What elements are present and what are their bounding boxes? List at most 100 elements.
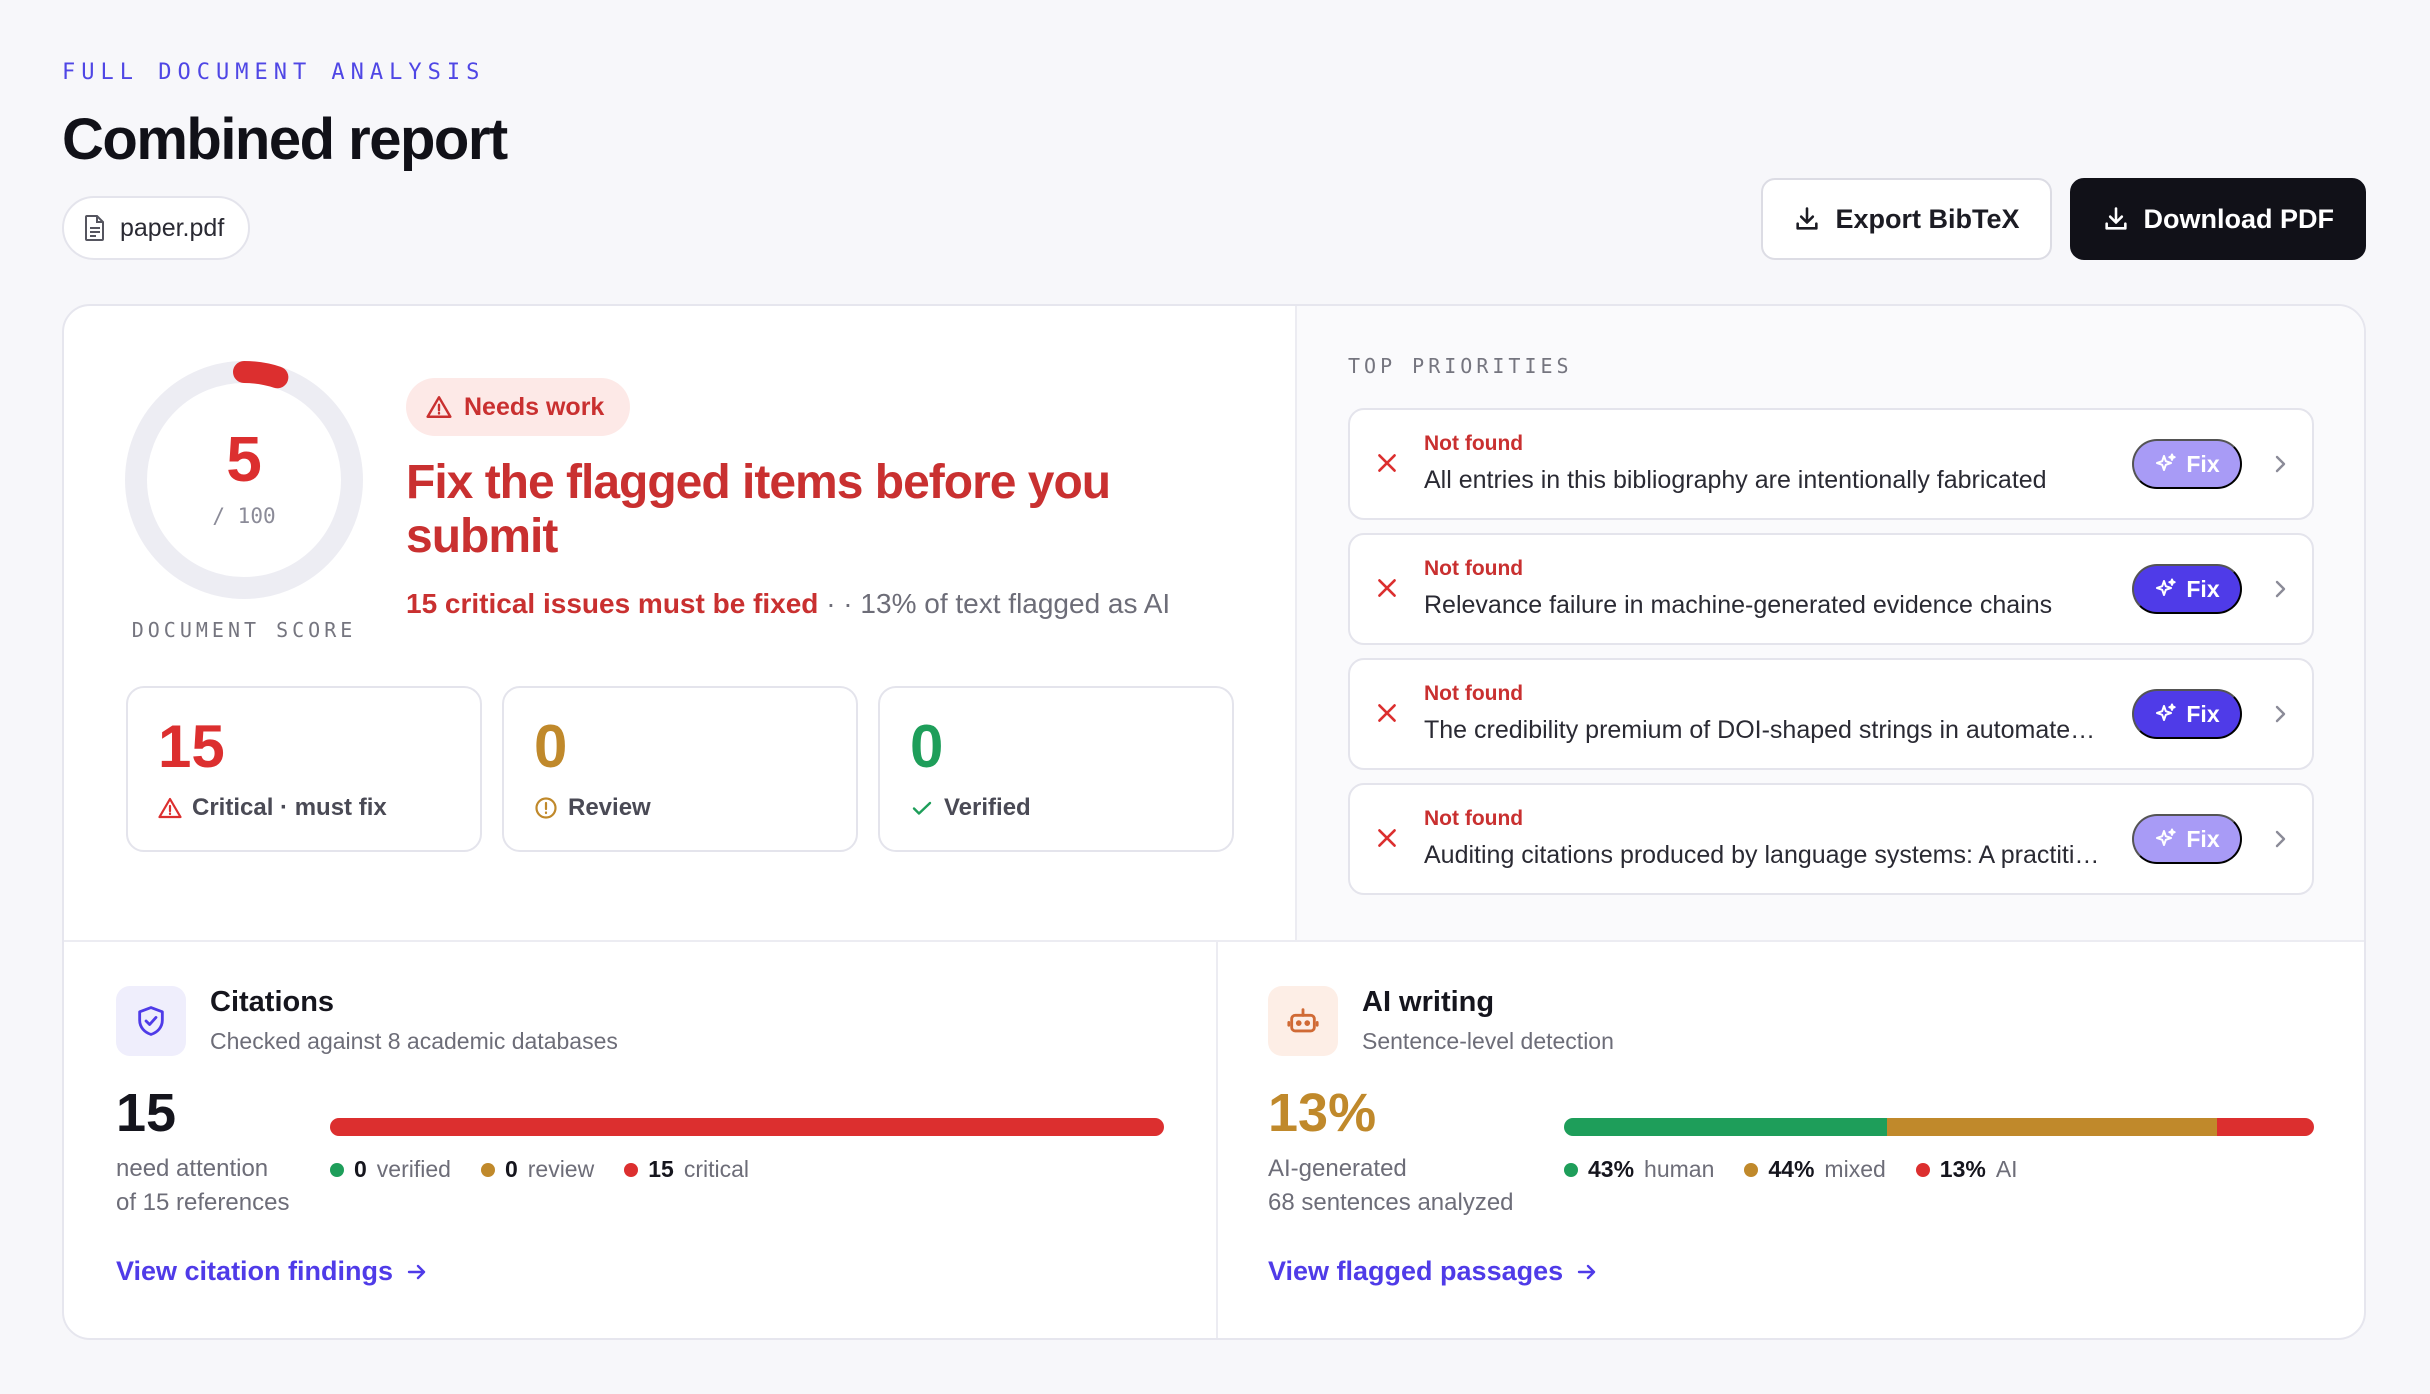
legend-critical: 15 critical [624,1156,749,1183]
download-pdf-button[interactable]: Download PDF [2069,178,2366,260]
legend-label: human [1644,1156,1715,1182]
stat-value: 0 [534,713,568,780]
priority-item[interactable]: Not found The credibility premium of DOI… [1348,658,2314,770]
stat-critical[interactable]: 15 Critical · must fix [126,686,482,852]
sparkle-icon [2156,578,2177,596]
close-icon [1378,454,1396,472]
ai-bar-mixed [1886,1118,2217,1136]
warning-icon [158,797,182,819]
legend-value: 0 [354,1156,367,1182]
ai-percent: 13% [1268,1083,1377,1143]
legend-ai: 13% AI [1915,1156,2018,1183]
sparkle-icon [2156,453,2177,471]
chevron-right-icon[interactable] [2268,577,2292,601]
stat-label-row: Verified [910,794,1031,822]
legend-dot [1915,1162,1930,1177]
legend-review: 0 review [480,1156,595,1183]
arrow-right-icon [1577,1264,1596,1279]
legend-value: 43% [1588,1156,1635,1182]
fix-label: Fix [2186,825,2220,852]
legend-dot [1564,1162,1578,1177]
stat-verified[interactable]: 0 Verified [878,686,1234,852]
legend-dot [330,1162,344,1177]
priority-status: Not found [1424,682,1524,705]
legend-dot [1744,1162,1759,1177]
chevron-right-icon[interactable] [2268,827,2292,851]
ai-bar [1564,1118,2314,1136]
fix-button[interactable]: Fix [2132,564,2242,614]
link-label: View flagged passages [1268,1256,1564,1286]
legend-label: verified [376,1156,451,1182]
legend-dot [480,1162,495,1177]
legend-human: 43% human [1564,1156,1714,1183]
legend-label: mixed [1824,1156,1886,1182]
divider [64,940,2364,942]
ai-summary: 13% of text flagged as AI [860,588,1171,619]
ai-subtitle: Sentence-level detection [1362,1028,1614,1054]
fix-button[interactable]: Fix [2132,814,2242,864]
legend-label: review [527,1156,595,1182]
shield-check-icon [138,1006,164,1036]
download-icon [2104,207,2127,230]
ai-sentences-label: 68 sentences analyzed [1268,1189,1514,1216]
file-chip[interactable]: paper.pdf [62,196,251,260]
summary-line: 15 critical issues must be fixed · · 13%… [406,588,1170,620]
critical-summary: 15 critical issues must be fixed [406,588,819,619]
priority-item[interactable]: Not found Auditing citations produced by… [1348,783,2314,895]
stat-value: 15 [158,713,225,780]
legend-value: 13% [1939,1156,1986,1182]
export-bibtex-button[interactable]: Export BibTeX [1761,178,2052,260]
legend-label: AI [1995,1156,2018,1182]
sparkle-icon [2156,828,2177,846]
view-flagged-passages-link[interactable]: View flagged passages [1268,1256,1599,1287]
chevron-right-icon[interactable] [2268,452,2292,476]
legend-dot [624,1162,639,1177]
legend-verified: 0 verified [330,1156,451,1183]
citations-title: Citations [210,986,335,1018]
ai-percent-label: AI-generated [1268,1155,1407,1182]
priority-text: All entries in this bibliography are int… [1424,466,2047,494]
legend-label: critical [683,1156,749,1182]
export-bibtex-label: Export BibTeX [1835,203,2020,234]
priority-status: Not found [1424,807,1524,830]
stat-label-row: Critical · must fix [158,794,387,822]
close-icon [1378,829,1396,847]
priority-text: Relevance failure in machine-generated e… [1424,591,2053,619]
chevron-right-icon[interactable] [2268,702,2292,726]
warning-icon [426,396,452,418]
view-citation-findings-link[interactable]: View citation findings [116,1256,429,1287]
status-label: Needs work [464,392,605,421]
priority-text: The credibility premium of DOI-shaped st… [1424,716,2104,744]
priority-item[interactable]: Not found All entries in this bibliograp… [1348,408,2314,520]
fix-button[interactable]: Fix [2132,689,2242,739]
stat-label: Critical · must fix [192,794,387,821]
download-pdf-label: Download PDF [2143,203,2335,234]
status-badge: Needs work [406,378,631,436]
fix-button[interactable]: Fix [2132,439,2242,489]
citations-legend: 0 verified 0 review 15 critical [330,1156,749,1183]
priority-status: Not found [1424,557,1524,580]
fix-label: Fix [2186,450,2220,477]
legend-value: 15 [648,1156,674,1182]
priority-text: Auditing citations produced by language … [1424,841,2104,869]
close-icon [1378,579,1396,597]
divider [1216,942,1218,1338]
citations-bar-critical [330,1118,1164,1136]
headline: Fix the flagged items before you submit [406,456,1111,563]
legend-mixed: 44% mixed [1744,1156,1886,1183]
file-name: paper.pdf [120,213,225,242]
robot-icon [1287,1008,1319,1033]
arrow-right-icon [407,1264,426,1279]
sparkle-icon [2156,703,2177,721]
fix-label: Fix [2186,575,2220,602]
stat-review[interactable]: 0 Review [502,686,858,852]
stat-label: Review [568,794,651,821]
download-icon [1796,207,1819,230]
citations-bar [330,1118,1164,1136]
score-denominator: / 100 [212,504,276,528]
priority-item[interactable]: Not found Relevance failure in machine-g… [1348,533,2314,645]
citations-count-sublabel: of 15 references [116,1189,290,1216]
score-value: 5 [226,423,262,495]
ai-legend: 43% human 44% mixed 13% AI [1564,1156,2018,1183]
eyebrow: FULL DOCUMENT ANALYSIS [62,60,486,85]
